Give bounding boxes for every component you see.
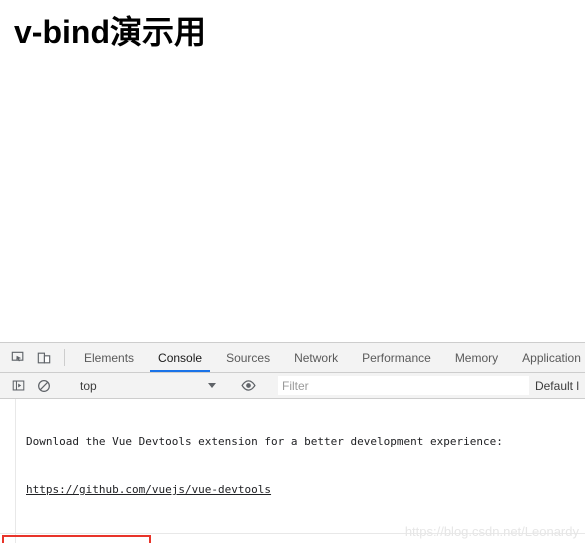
devtools-tabbar: Elements Console Sources Network Perform… bbox=[0, 343, 585, 373]
device-toolbar-icon[interactable] bbox=[31, 343, 57, 372]
tab-console[interactable]: Console bbox=[146, 343, 214, 372]
tab-application-label: Application bbox=[522, 350, 581, 365]
console-message-line: Download the Vue Devtools extension for … bbox=[26, 435, 503, 448]
tab-sources[interactable]: Sources bbox=[214, 343, 282, 372]
page-title: v-bind演示用 bbox=[14, 14, 206, 50]
browser-window: v-bind演示用 Elements Console Sources Netwo… bbox=[0, 0, 585, 544]
web-page-viewport: v-bind演示用 bbox=[0, 0, 585, 342]
console-message[interactable]: You are running Vue in development mode.… bbox=[0, 534, 585, 543]
clear-console-glyph bbox=[38, 379, 50, 392]
tab-network[interactable]: Network bbox=[282, 343, 350, 372]
devtools-tab-list: Elements Console Sources Network Perform… bbox=[72, 343, 585, 372]
tab-application[interactable]: Application bbox=[510, 343, 585, 372]
console-message[interactable]: Download the Vue Devtools extension for … bbox=[0, 399, 585, 534]
execution-context-select[interactable]: top bbox=[72, 376, 220, 396]
console-message-link[interactable]: https://github.com/vuejs/vue-devtools bbox=[26, 483, 271, 496]
tab-performance-label: Performance bbox=[362, 350, 431, 365]
device-toolbar-glyph bbox=[37, 352, 51, 363]
console-message-list[interactable]: Download the Vue Devtools extension for … bbox=[0, 399, 585, 543]
console-sidebar-glyph bbox=[12, 380, 24, 391]
tab-performance[interactable]: Performance bbox=[350, 343, 443, 372]
console-filterbar: top Default l bbox=[0, 373, 585, 399]
tab-network-label: Network bbox=[294, 350, 339, 365]
tab-elements-label: Elements bbox=[84, 350, 135, 365]
log-levels-dropdown[interactable]: Default l bbox=[535, 379, 585, 393]
console-filter-input[interactable] bbox=[278, 376, 529, 395]
tab-console-label: Console bbox=[158, 350, 203, 365]
console-sidebar-icon[interactable] bbox=[5, 379, 31, 392]
tab-memory-label: Memory bbox=[454, 350, 499, 365]
devtools-panel: Elements Console Sources Network Perform… bbox=[0, 342, 585, 544]
eye-glyph bbox=[240, 380, 256, 391]
clear-console-icon[interactable] bbox=[31, 379, 57, 393]
tab-sources-label: Sources bbox=[226, 350, 271, 365]
tab-elements[interactable]: Elements bbox=[72, 343, 146, 372]
inspect-element-icon[interactable] bbox=[5, 343, 31, 372]
inspect-element-glyph bbox=[11, 351, 24, 361]
toolbar-divider bbox=[64, 349, 65, 366]
execution-context-value: top bbox=[80, 378, 97, 393]
chevron-down-icon bbox=[208, 383, 216, 388]
tab-memory[interactable]: Memory bbox=[443, 343, 510, 372]
live-expression-eye-icon[interactable] bbox=[235, 378, 261, 393]
